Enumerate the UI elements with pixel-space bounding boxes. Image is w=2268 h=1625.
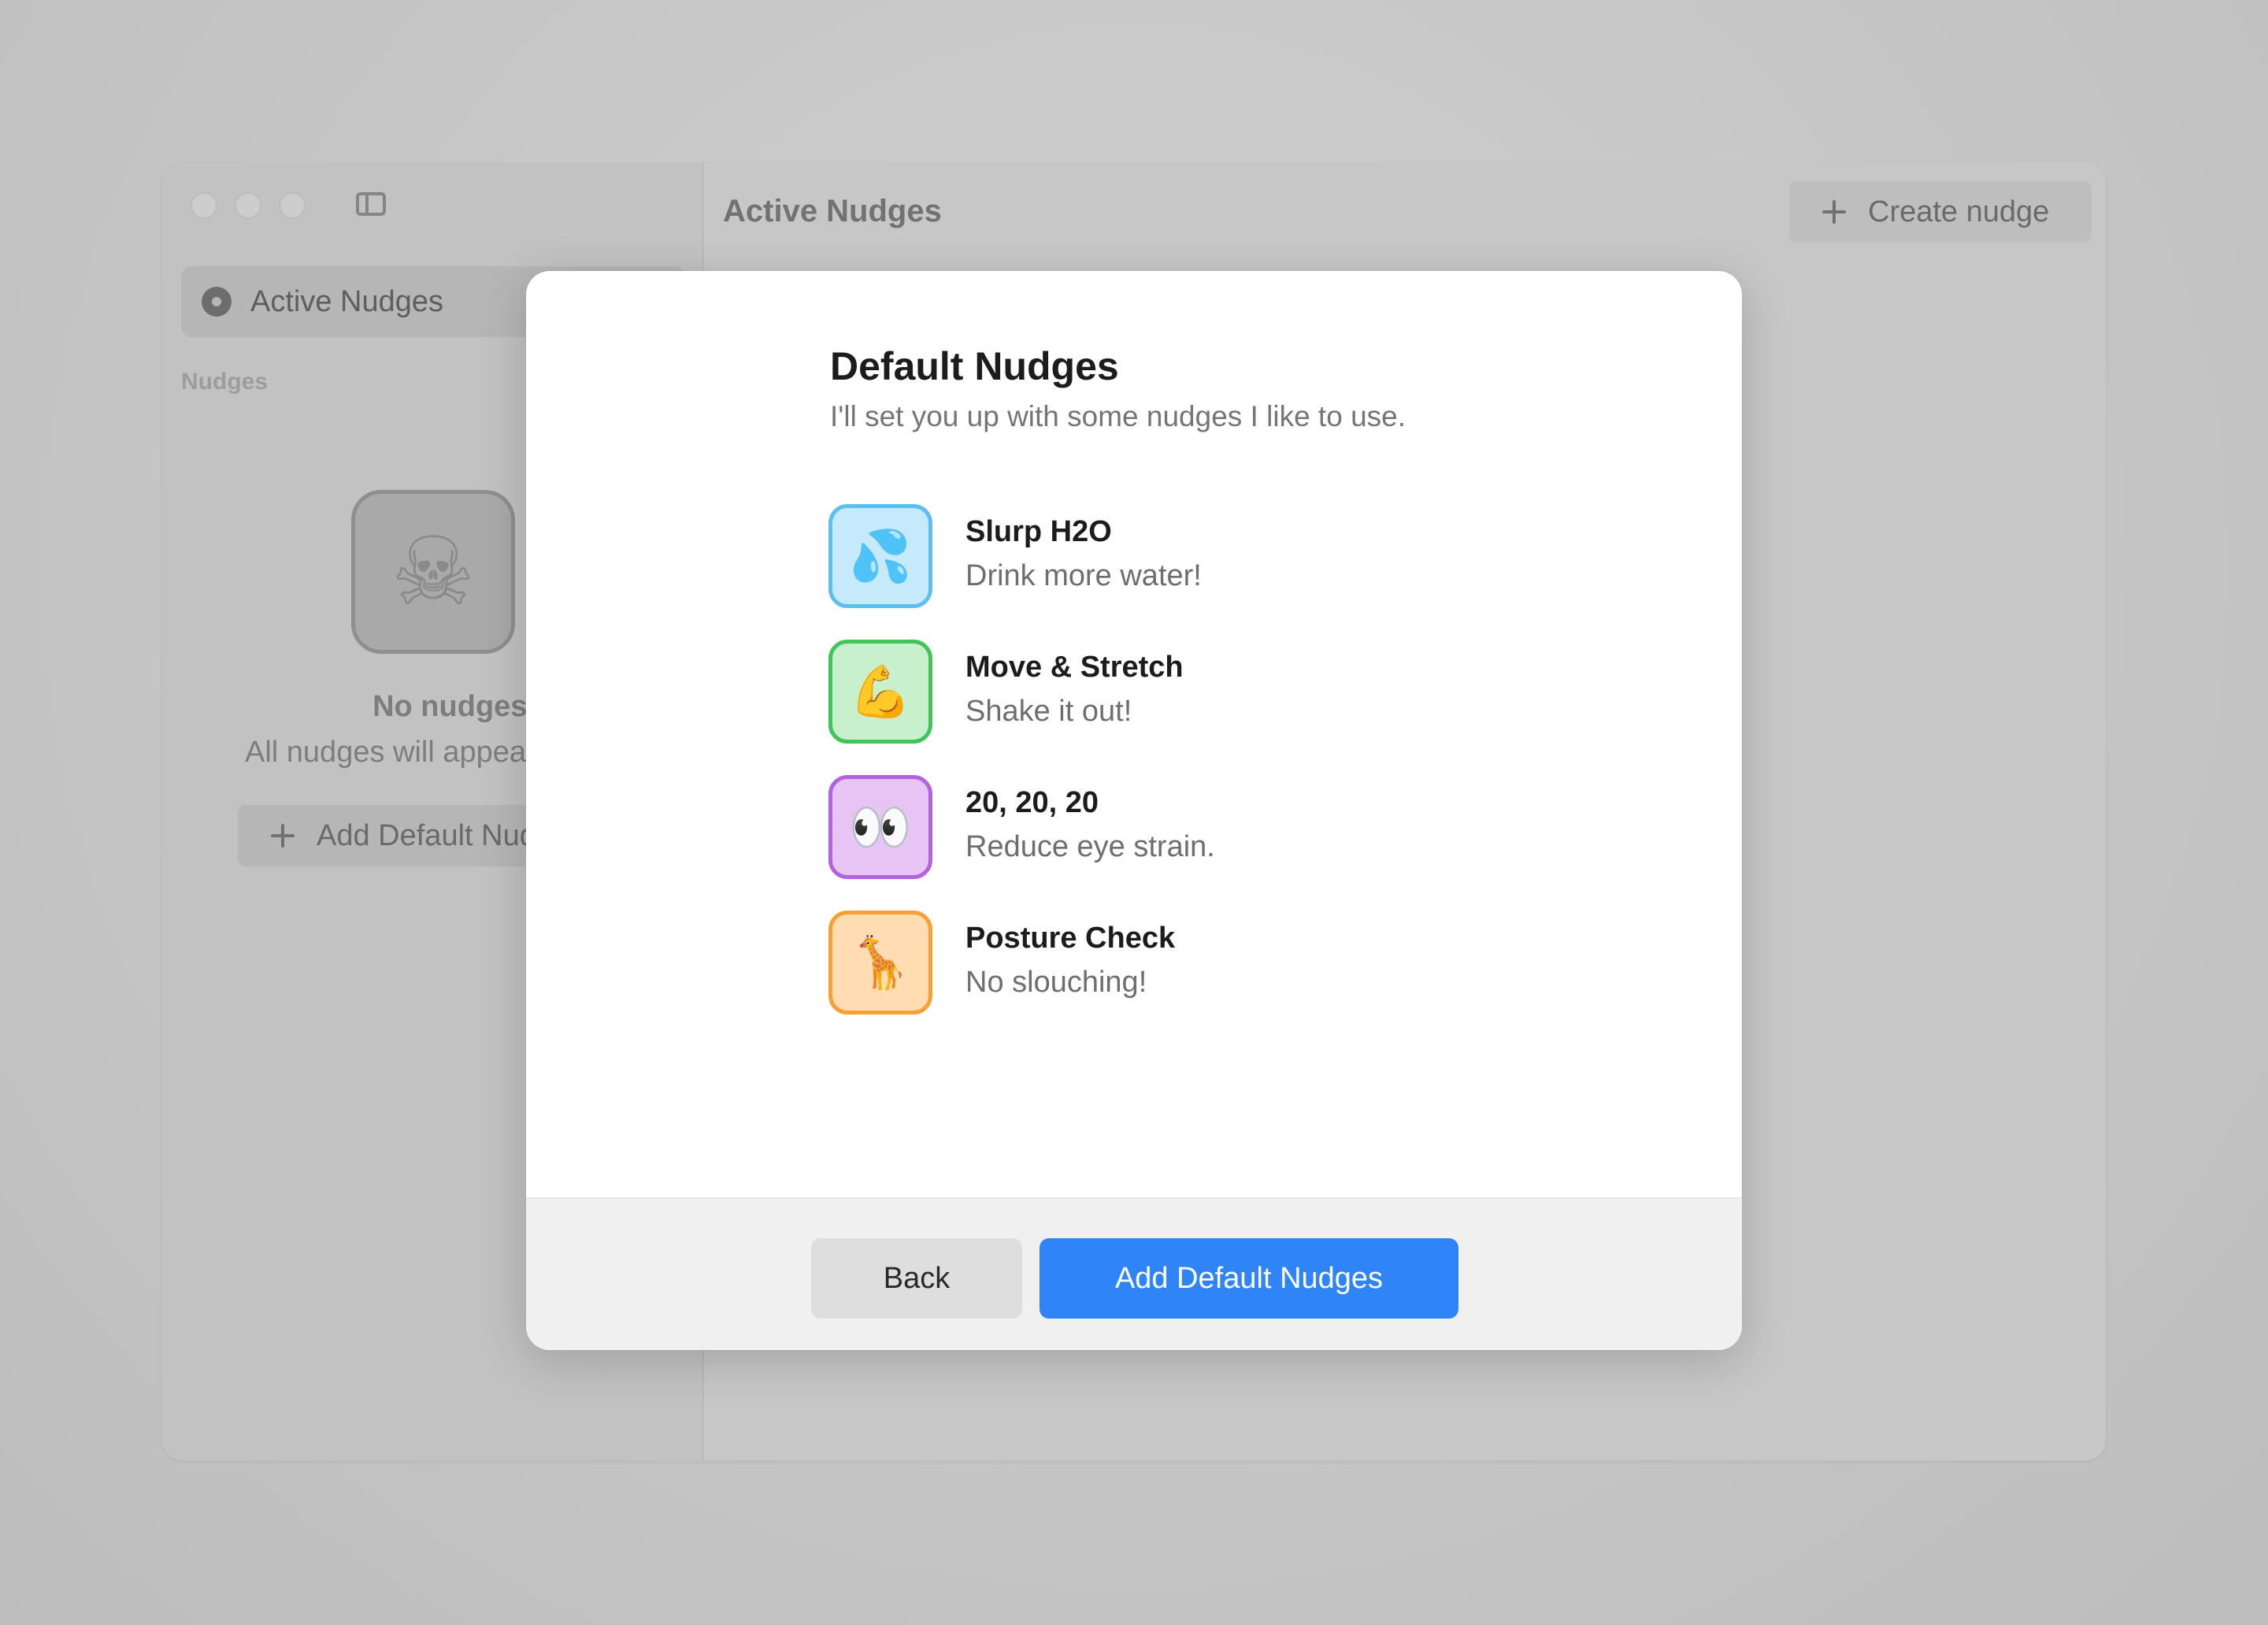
add-default-nudges-button[interactable]: Add Default Nudges (1040, 1238, 1458, 1319)
nudge-item-20-20-20: 👀 20, 20, 20 Reduce eye strain. (828, 775, 1616, 882)
giraffe-icon-glyph: 🦒 (849, 934, 912, 991)
modal-subtitle: I'll set you up with some nudges I like … (830, 400, 1406, 432)
create-nudge-label: Create nudge (1868, 195, 2050, 228)
nudge-name: Posture Check (965, 922, 1176, 955)
create-nudge-button[interactable]: Create nudge (1789, 181, 2092, 243)
zoom-window-button[interactable] (279, 192, 306, 219)
nudge-item-posture-check: 🦒 Posture Check No slouching! (828, 911, 1616, 1018)
modal-footer: Back Add Default Nudges (526, 1197, 1742, 1350)
nudge-item-move-stretch: 💪 Move & Stretch Shake it out! (828, 640, 1616, 747)
plus-icon (271, 824, 295, 848)
close-window-button[interactable] (191, 192, 217, 219)
default-nudges-modal: Default Nudges I'll set you up with some… (526, 271, 1742, 1350)
modal-title: Default Nudges (830, 344, 1119, 388)
nudge-name: Move & Stretch (965, 651, 1184, 684)
sweat-droplets-icon: 💦 (828, 504, 932, 608)
flexed-biceps-icon-glyph: 💪 (849, 663, 912, 720)
sidebar-section-label: Nudges (181, 369, 269, 395)
radio-dot-icon (202, 287, 232, 317)
main-title: Active Nudges (723, 194, 942, 228)
nudge-item-slurp-h2o: 💦 Slurp H2O Drink more water! (828, 504, 1616, 611)
sidebar-toggle-icon[interactable] (356, 192, 386, 216)
skull-crossbones-icon: ☠ (351, 490, 515, 654)
plus-icon (1822, 200, 1846, 224)
nudge-description: Reduce eye strain. (965, 830, 1215, 863)
nudge-description: No slouching! (965, 966, 1147, 999)
eyes-icon-glyph: 👀 (849, 799, 912, 855)
sweat-droplets-icon-glyph: 💦 (849, 528, 912, 584)
minimize-window-button[interactable] (235, 192, 261, 219)
eyes-icon: 👀 (828, 775, 932, 879)
back-button[interactable]: Back (811, 1238, 1022, 1319)
nudge-name: 20, 20, 20 (965, 786, 1099, 819)
sidebar-item-label: Active Nudges (250, 285, 444, 318)
nudge-description: Drink more water! (965, 559, 1202, 592)
nudge-description: Shake it out! (965, 695, 1132, 728)
nudge-name: Slurp H2O (965, 515, 1112, 548)
flexed-biceps-icon: 💪 (828, 640, 932, 744)
giraffe-icon: 🦒 (828, 911, 932, 1015)
